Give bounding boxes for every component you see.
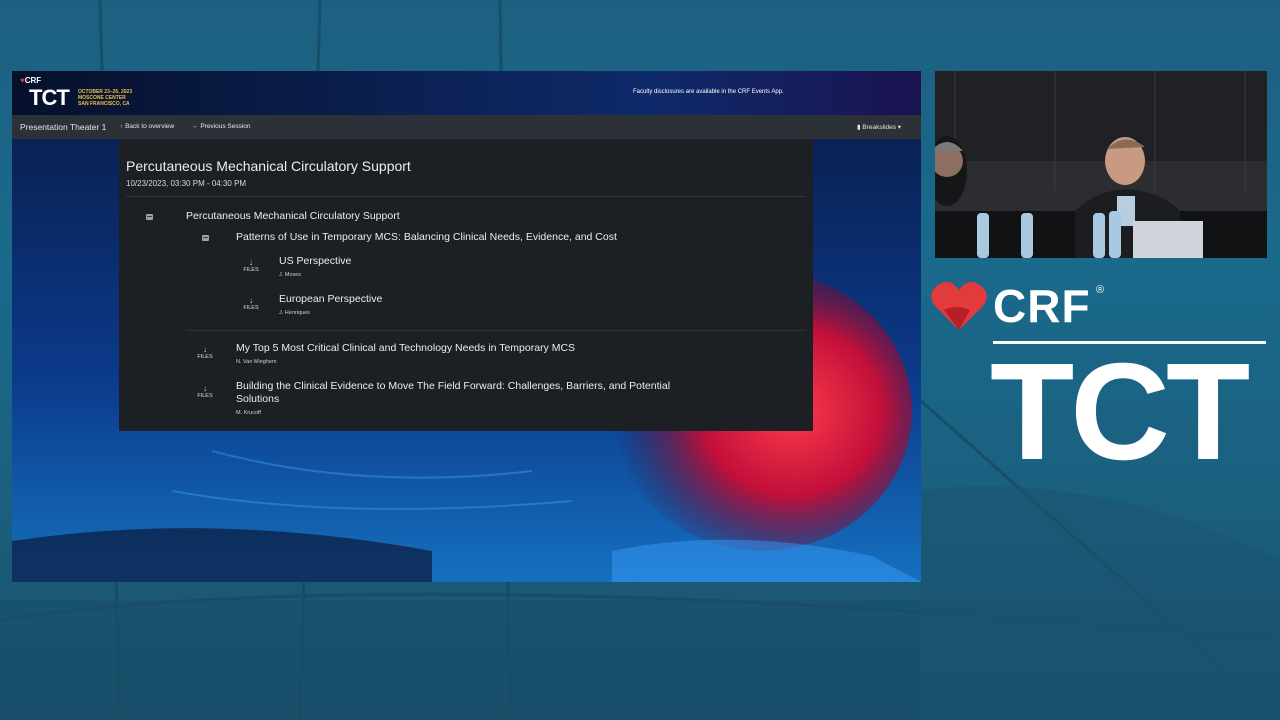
session-navbar: Presentation Theater 1 ↑ Back to overvie… bbox=[12, 115, 921, 139]
session-panel: Percutaneous Mechanical Circulatory Supp… bbox=[119, 139, 813, 431]
crf-mini-logo: ♥CRF bbox=[20, 76, 41, 85]
files-label: FILES bbox=[197, 354, 213, 360]
download-arrow-icon: ↓ bbox=[203, 384, 207, 393]
tct-mini-logo: TCT bbox=[29, 85, 70, 110]
talk-speaker: J. Henriques bbox=[279, 310, 310, 316]
speaker-camera-feed bbox=[935, 71, 1267, 258]
banner-brand: CRF bbox=[24, 76, 42, 85]
panel-speakers-video bbox=[935, 71, 1267, 258]
caret-down-icon: ▾ bbox=[896, 124, 902, 131]
download-arrow-icon: ↓ bbox=[249, 296, 253, 305]
talk-title[interactable]: European Perspective bbox=[279, 293, 382, 305]
disclosure-text: Faculty disclosures are available in the… bbox=[633, 89, 784, 95]
session-title: Percutaneous Mechanical Circulatory Supp… bbox=[126, 158, 411, 174]
download-arrow-icon: ↓ bbox=[249, 258, 253, 267]
registered-mark: ® bbox=[1096, 284, 1105, 296]
event-info: OCTOBER 23–26, 2023 MOSCONE CENTER SAN F… bbox=[78, 89, 132, 107]
files-label: FILES bbox=[243, 267, 259, 273]
talk-title[interactable]: My Top 5 Most Critical Clinical and Tech… bbox=[236, 342, 575, 354]
event-banner: ♥CRF TCT OCTOBER 23–26, 2023 MOSCONE CEN… bbox=[12, 71, 921, 115]
crf-logo-text: CRF bbox=[993, 280, 1091, 332]
session-time: 10/23/2023, 03:30 PM - 04:30 PM bbox=[126, 179, 247, 188]
breakslides-label: Breakslides bbox=[862, 124, 896, 131]
files-label: FILES bbox=[197, 393, 213, 399]
prev-label: Previous Session bbox=[200, 123, 251, 130]
talk-title[interactable]: Building the Clinical Evidence to Move T… bbox=[236, 380, 676, 405]
divider bbox=[186, 330, 806, 331]
section-title: Percutaneous Mechanical Circulatory Supp… bbox=[186, 210, 400, 222]
section-collapse-icon[interactable] bbox=[146, 214, 153, 220]
back-to-overview-link[interactable]: ↑ Back to overview bbox=[120, 123, 174, 130]
subsection-collapse-icon[interactable] bbox=[202, 235, 209, 241]
files-button[interactable]: ↓ FILES bbox=[239, 297, 263, 312]
files-label: FILES bbox=[243, 305, 259, 311]
talk-speaker: M. Krucoff bbox=[236, 410, 261, 416]
subsection-title: Patterns of Use in Temporary MCS: Balanc… bbox=[236, 231, 617, 243]
divider bbox=[126, 196, 806, 197]
back-label: Back to overview bbox=[125, 123, 175, 130]
download-arrow-icon: ↓ bbox=[203, 345, 207, 354]
event-city: SAN FRANCISCO, CA bbox=[78, 101, 130, 107]
files-button[interactable]: ↓ FILES bbox=[239, 259, 263, 274]
heart-logo-icon bbox=[931, 281, 987, 330]
talk-speaker: J. Moses bbox=[279, 272, 302, 278]
tct-logo-text: TCT bbox=[990, 335, 1250, 489]
talk-speaker: N. Van Mieghem bbox=[236, 359, 277, 365]
presentation-screen: ♥CRF TCT OCTOBER 23–26, 2023 MOSCONE CEN… bbox=[12, 71, 921, 582]
files-button[interactable]: ↓ FILES bbox=[193, 346, 217, 361]
talk-title[interactable]: US Perspective bbox=[279, 255, 351, 267]
room-name[interactable]: Presentation Theater 1 bbox=[20, 122, 106, 132]
files-button[interactable]: ↓ FILES bbox=[193, 385, 217, 400]
breakslides-dropdown[interactable]: ▮ Breakslides ▾ bbox=[857, 123, 901, 131]
previous-session-link[interactable]: ← Previous Session bbox=[192, 123, 251, 130]
